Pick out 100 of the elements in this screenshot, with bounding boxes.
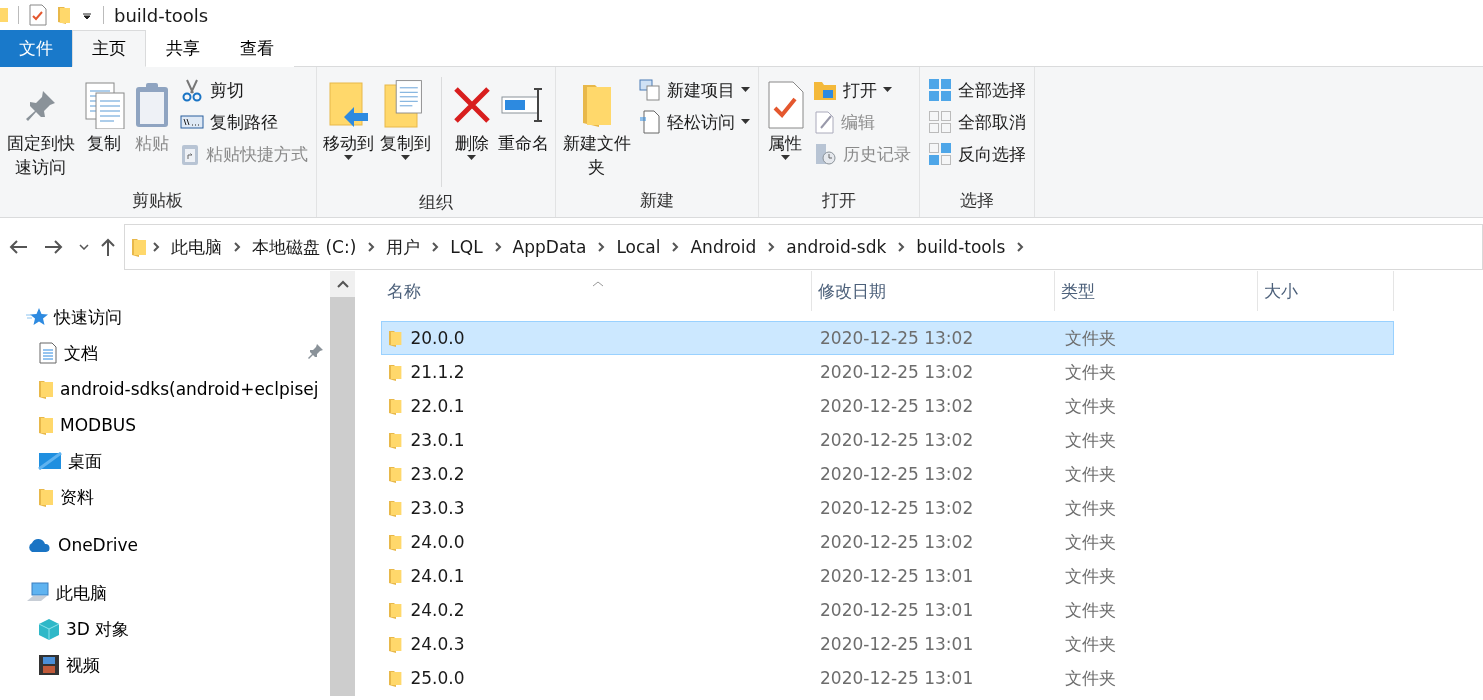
ribbon-button[interactable]: 新建文件夹 (559, 77, 634, 181)
edit-icon (813, 110, 836, 134)
group-label: 新建 (639, 188, 676, 212)
file-type: 文件夹 (1064, 428, 1117, 452)
arrow-right-icon (44, 239, 64, 255)
file-name: 21.1.2 (410, 362, 465, 382)
modified-date: 2020-12-25 13:02 (819, 328, 975, 348)
breadcrumb[interactable]: AppData (506, 237, 593, 257)
file-type: 文件夹 (1064, 632, 1117, 656)
caret-icon (741, 87, 751, 93)
file-name: 24.0.1 (410, 566, 465, 586)
modified-date: 2020-12-25 13:02 (819, 396, 975, 416)
ribbon-button[interactable]: 轻松访问 (635, 109, 755, 135)
history-icon (813, 142, 838, 166)
sidebar-item[interactable]: 资料 (0, 479, 330, 515)
ribbon-button[interactable]: 复制路径 (175, 109, 312, 135)
ribbon-button[interactable]: 打开 (809, 77, 916, 103)
ribbon-button[interactable]: 全部取消 (924, 109, 1031, 135)
caret-icon (780, 155, 790, 161)
file-row[interactable]: 24.0.0 2020-12-25 13:02 文件夹 (381, 525, 1394, 559)
column-header[interactable]: 大小 (1258, 271, 1394, 311)
file-name: 22.0.1 (410, 396, 465, 416)
ribbon-button[interactable]: 剪切 (175, 77, 312, 103)
ribbon-button[interactable]: 复制到 (377, 77, 433, 163)
sidebar-item[interactable]: MODBUS (0, 407, 330, 443)
ribbon-button[interactable]: 固定到快速访问 (4, 77, 78, 181)
breadcrumb[interactable]: 此电脑 (165, 235, 228, 259)
ribbon-button[interactable]: 新建项目 (635, 77, 755, 103)
breadcrumb[interactable]: build-tools (910, 237, 1012, 257)
file-name: 23.0.3 (410, 498, 465, 518)
folder-icon (388, 601, 403, 619)
sidebar-item[interactable]: 视频 (0, 647, 330, 683)
file-name: 20.0.0 (410, 328, 465, 348)
file-row[interactable]: 20.0.0 2020-12-25 13:02 文件夹 (381, 321, 1394, 355)
modified-date: 2020-12-25 13:01 (819, 600, 975, 620)
breadcrumb[interactable]: 用户 (380, 235, 427, 259)
file-row[interactable]: 23.0.3 2020-12-25 13:02 文件夹 (381, 491, 1394, 525)
chevron-up-icon (336, 280, 349, 288)
properties-icon (29, 4, 47, 26)
ribbon-button[interactable]: 移动到 (320, 77, 376, 163)
file-name: 23.0.1 (410, 430, 465, 450)
folder-icon (388, 635, 403, 653)
file-name: 25.0.0 (410, 668, 465, 688)
grid-icon (928, 78, 953, 102)
file-menu-tab[interactable]: 文件 (0, 30, 72, 67)
caret-icon (343, 155, 353, 161)
window-title: build-tools (114, 4, 209, 26)
file-row[interactable]: 25.0.0 2020-12-25 13:01 文件夹 (381, 661, 1394, 695)
folder-icon (0, 6, 8, 24)
sidebar-item[interactable]: 文档 (0, 335, 330, 371)
sidebar-item[interactable]: 桌面 (0, 443, 330, 479)
file-type: 文件夹 (1064, 326, 1117, 350)
file-name: 24.0.3 (410, 634, 465, 654)
breadcrumb[interactable]: Android (684, 237, 763, 257)
film-icon (38, 654, 60, 676)
sidebar-item[interactable]: android-sdks(android+eclpisej (0, 371, 330, 407)
folder-icon (38, 487, 54, 507)
modified-date: 2020-12-25 13:01 (819, 634, 975, 654)
ribbon-button[interactable]: 重命名 (495, 77, 551, 157)
ribbon-button[interactable]: 复制 (79, 77, 128, 157)
column-header[interactable]: 名称 (381, 271, 812, 311)
breadcrumb[interactable]: Local (610, 237, 667, 257)
file-row[interactable]: 23.0.1 2020-12-25 13:02 文件夹 (381, 423, 1394, 457)
column-header[interactable]: 类型 (1055, 271, 1258, 311)
ribbon-button[interactable]: 全部选择 (924, 77, 1031, 103)
ribbon-button[interactable]: 属性 (763, 77, 808, 163)
folder-icon (388, 363, 403, 381)
file-type: 文件夹 (1064, 360, 1117, 384)
file-row[interactable]: 24.0.3 2020-12-25 13:01 文件夹 (381, 627, 1394, 661)
file-type: 文件夹 (1064, 598, 1117, 622)
sidebar-item[interactable]: 此电脑 (0, 575, 330, 611)
properties-icon (765, 80, 806, 130)
file-row[interactable]: 21.1.2 2020-12-25 13:02 文件夹 (381, 355, 1394, 389)
ribbon-button[interactable]: 删除 (449, 77, 494, 163)
folder-icon (38, 415, 54, 435)
file-row[interactable]: 22.0.1 2020-12-25 13:02 文件夹 (381, 389, 1394, 423)
breadcrumb[interactable]: android-sdk (780, 237, 893, 257)
ribbon-tab[interactable]: 主页 (72, 30, 146, 67)
column-header[interactable]: 修改日期 (812, 271, 1055, 311)
group-label: 打开 (821, 188, 858, 212)
sidebar-item[interactable]: OneDrive (0, 527, 330, 563)
file-row[interactable]: 24.0.2 2020-12-25 13:01 文件夹 (381, 593, 1394, 627)
breadcrumb[interactable]: 本地磁盘 (C:) (246, 235, 363, 259)
file-name: 23.0.2 (410, 464, 465, 484)
folder-icon (388, 431, 403, 449)
star-icon (26, 307, 48, 327)
file-row[interactable]: 24.0.1 2020-12-25 13:01 文件夹 (381, 559, 1394, 593)
sidebar-item[interactable]: 快速访问 (0, 299, 330, 335)
folder-icon (813, 79, 838, 101)
sidebar-item[interactable]: 3D 对象 (0, 611, 330, 647)
modified-date: 2020-12-25 13:02 (819, 532, 975, 552)
grid-icon (928, 110, 953, 134)
group-label: 剪贴板 (131, 188, 185, 212)
caret-icon (400, 155, 410, 161)
file-row[interactable]: 23.0.2 2020-12-25 13:02 文件夹 (381, 457, 1394, 491)
ribbon-button[interactable]: 反向选择 (924, 141, 1031, 167)
breadcrumb[interactable]: LQL (444, 237, 489, 257)
modified-date: 2020-12-25 13:02 (819, 498, 975, 518)
folder-icon (38, 379, 54, 399)
file-name: 24.0.0 (410, 532, 465, 552)
